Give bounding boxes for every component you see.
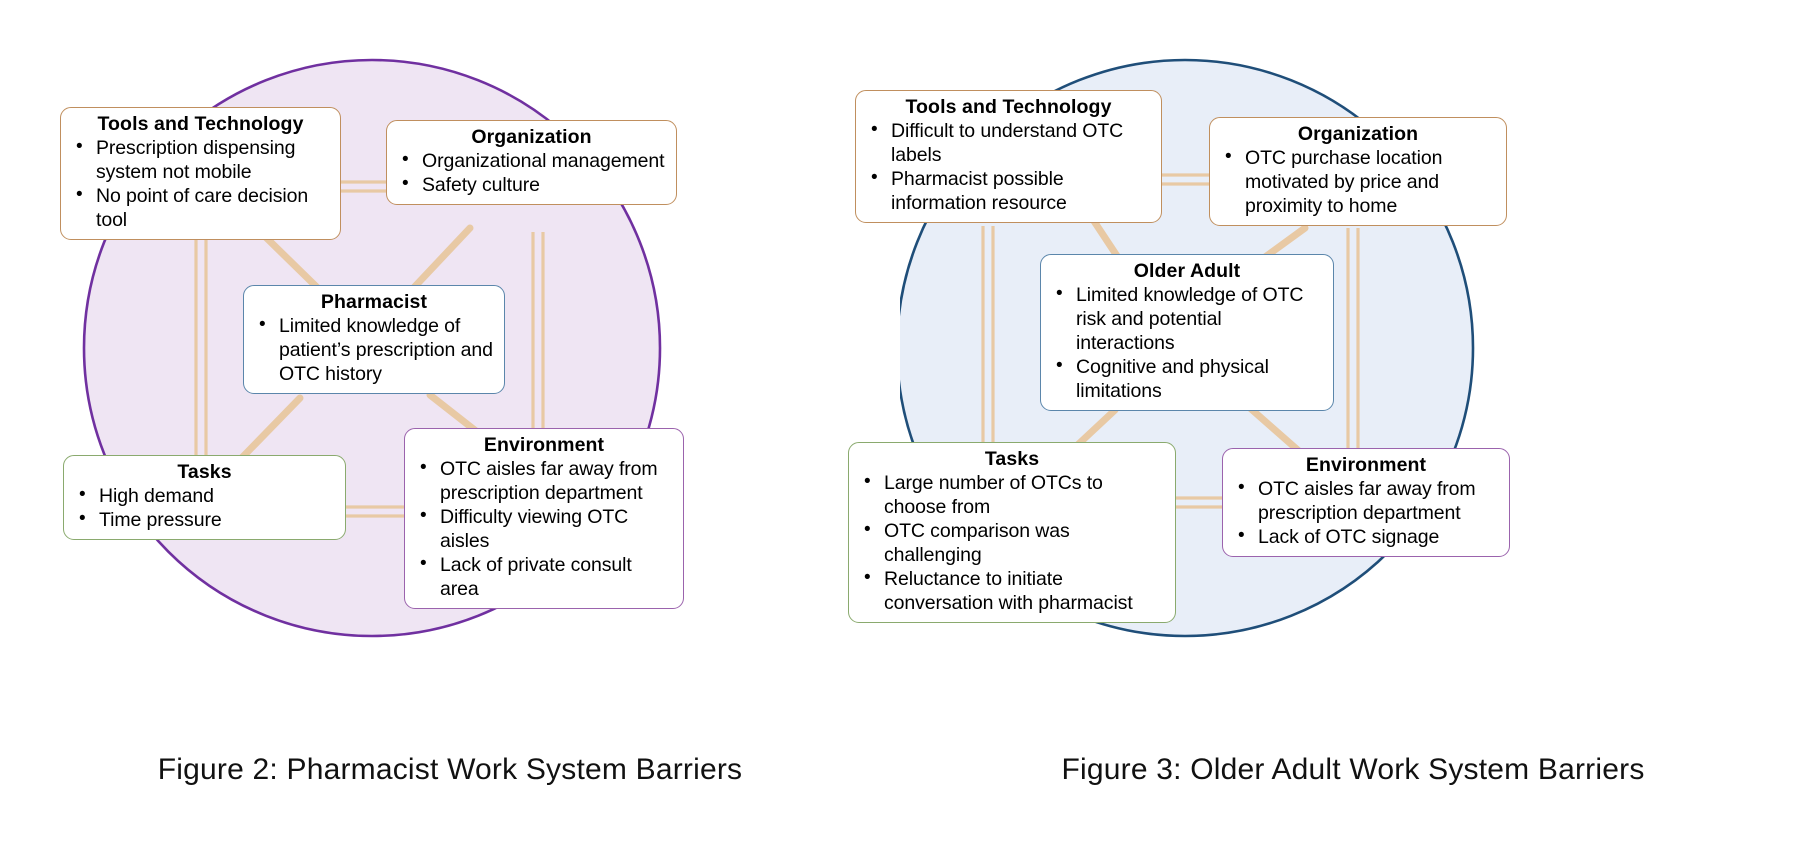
bullet-item: Organizational management bbox=[397, 148, 666, 173]
figure-caption: Figure 3: Older Adult Work System Barrie… bbox=[1061, 753, 1645, 786]
box-bullet-list: Large number of OTCs to choose from OTC … bbox=[859, 470, 1165, 615]
bullet-item: Limited knowledge of OTC risk and potent… bbox=[1051, 282, 1323, 355]
bullet-item: Lack of private consult area bbox=[415, 552, 673, 601]
bullet-item: Reluctance to initiate conversation with… bbox=[859, 566, 1165, 615]
box-bullet-list: Organizational management Safety culture bbox=[397, 148, 666, 197]
box-title: Older Adult bbox=[1133, 260, 1241, 282]
box-bullet-list: OTC aisles far away from prescription de… bbox=[1233, 476, 1499, 549]
box-title: Environment bbox=[1305, 454, 1427, 476]
bullet-item: Difficulty viewing OTC aisles bbox=[415, 504, 673, 553]
box-title: Tasks bbox=[177, 461, 232, 483]
box-title: Environment bbox=[483, 434, 605, 456]
box-title: Organization bbox=[471, 126, 592, 148]
bullet-item: OTC aisles far away from prescription de… bbox=[415, 456, 673, 505]
bullet-item: Pharmacist possible information resource bbox=[866, 166, 1151, 215]
bullet-item: Prescription dispensing system not mobil… bbox=[71, 135, 330, 184]
box-bullet-list: Limited knowledge of OTC risk and potent… bbox=[1051, 282, 1323, 403]
bullet-item: Large number of OTCs to choose from bbox=[859, 470, 1165, 519]
bullet-item: OTC comparison was challenging bbox=[859, 518, 1165, 567]
box-title: Tools and Technology bbox=[905, 96, 1112, 118]
box-bullet-list: OTC purchase location motivated by price… bbox=[1220, 145, 1496, 218]
box-organization[interactable]: Organization OTC purchase location motiv… bbox=[1209, 117, 1507, 226]
diagram-canvas-olderadult: Tools and Technology Difficult to unders… bbox=[848, 0, 1806, 740]
bullet-item: No point of care decision tool bbox=[71, 183, 330, 232]
figure-pharmacist-work-system: Tools and Technology Prescription dispen… bbox=[0, 0, 900, 864]
bullet-item: OTC aisles far away from prescription de… bbox=[1233, 476, 1499, 525]
bullet-item: Limited knowledge of patient’s prescript… bbox=[254, 313, 494, 386]
box-title: Pharmacist bbox=[320, 291, 428, 313]
box-organization[interactable]: Organization Organizational management S… bbox=[386, 120, 677, 205]
box-title: Organization bbox=[1297, 123, 1419, 145]
figure-caption: Figure 2: Pharmacist Work System Barrier… bbox=[157, 753, 743, 786]
bullet-item: Time pressure bbox=[74, 507, 335, 532]
box-environment[interactable]: Environment OTC aisles far away from pre… bbox=[404, 428, 684, 609]
bullet-item: Cognitive and physical limitations bbox=[1051, 354, 1323, 403]
bullet-item: Difficult to understand OTC labels bbox=[866, 118, 1151, 167]
figure-older-adult-work-system: Tools and Technology Difficult to unders… bbox=[848, 0, 1806, 864]
bullet-item: High demand bbox=[74, 483, 335, 508]
bullet-item: OTC purchase location motivated by price… bbox=[1220, 145, 1496, 218]
box-bullet-list: Limited knowledge of patient’s prescript… bbox=[254, 313, 494, 386]
box-title: Tools and Technology bbox=[97, 113, 304, 135]
box-bullet-list: High demand Time pressure bbox=[74, 483, 335, 532]
box-pharmacist[interactable]: Pharmacist Limited knowledge of patient’… bbox=[243, 285, 505, 394]
box-title: Tasks bbox=[984, 448, 1040, 470]
box-bullet-list: Difficult to understand OTC labels Pharm… bbox=[866, 118, 1151, 215]
box-environment[interactable]: Environment OTC aisles far away from pre… bbox=[1222, 448, 1510, 557]
bullet-item: Lack of OTC signage bbox=[1233, 524, 1499, 549]
diagram-canvas-pharmacist: Tools and Technology Prescription dispen… bbox=[0, 0, 900, 740]
box-older-adult[interactable]: Older Adult Limited knowledge of OTC ris… bbox=[1040, 254, 1334, 411]
box-tools-and-technology[interactable]: Tools and Technology Difficult to unders… bbox=[855, 90, 1162, 223]
box-tools-and-technology[interactable]: Tools and Technology Prescription dispen… bbox=[60, 107, 341, 240]
box-bullet-list: Prescription dispensing system not mobil… bbox=[71, 135, 330, 232]
bullet-item: Safety culture bbox=[397, 172, 666, 197]
box-bullet-list: OTC aisles far away from prescription de… bbox=[415, 456, 673, 601]
box-tasks[interactable]: Tasks Large number of OTCs to choose fro… bbox=[848, 442, 1176, 623]
box-tasks[interactable]: Tasks High demand Time pressure bbox=[63, 455, 346, 540]
